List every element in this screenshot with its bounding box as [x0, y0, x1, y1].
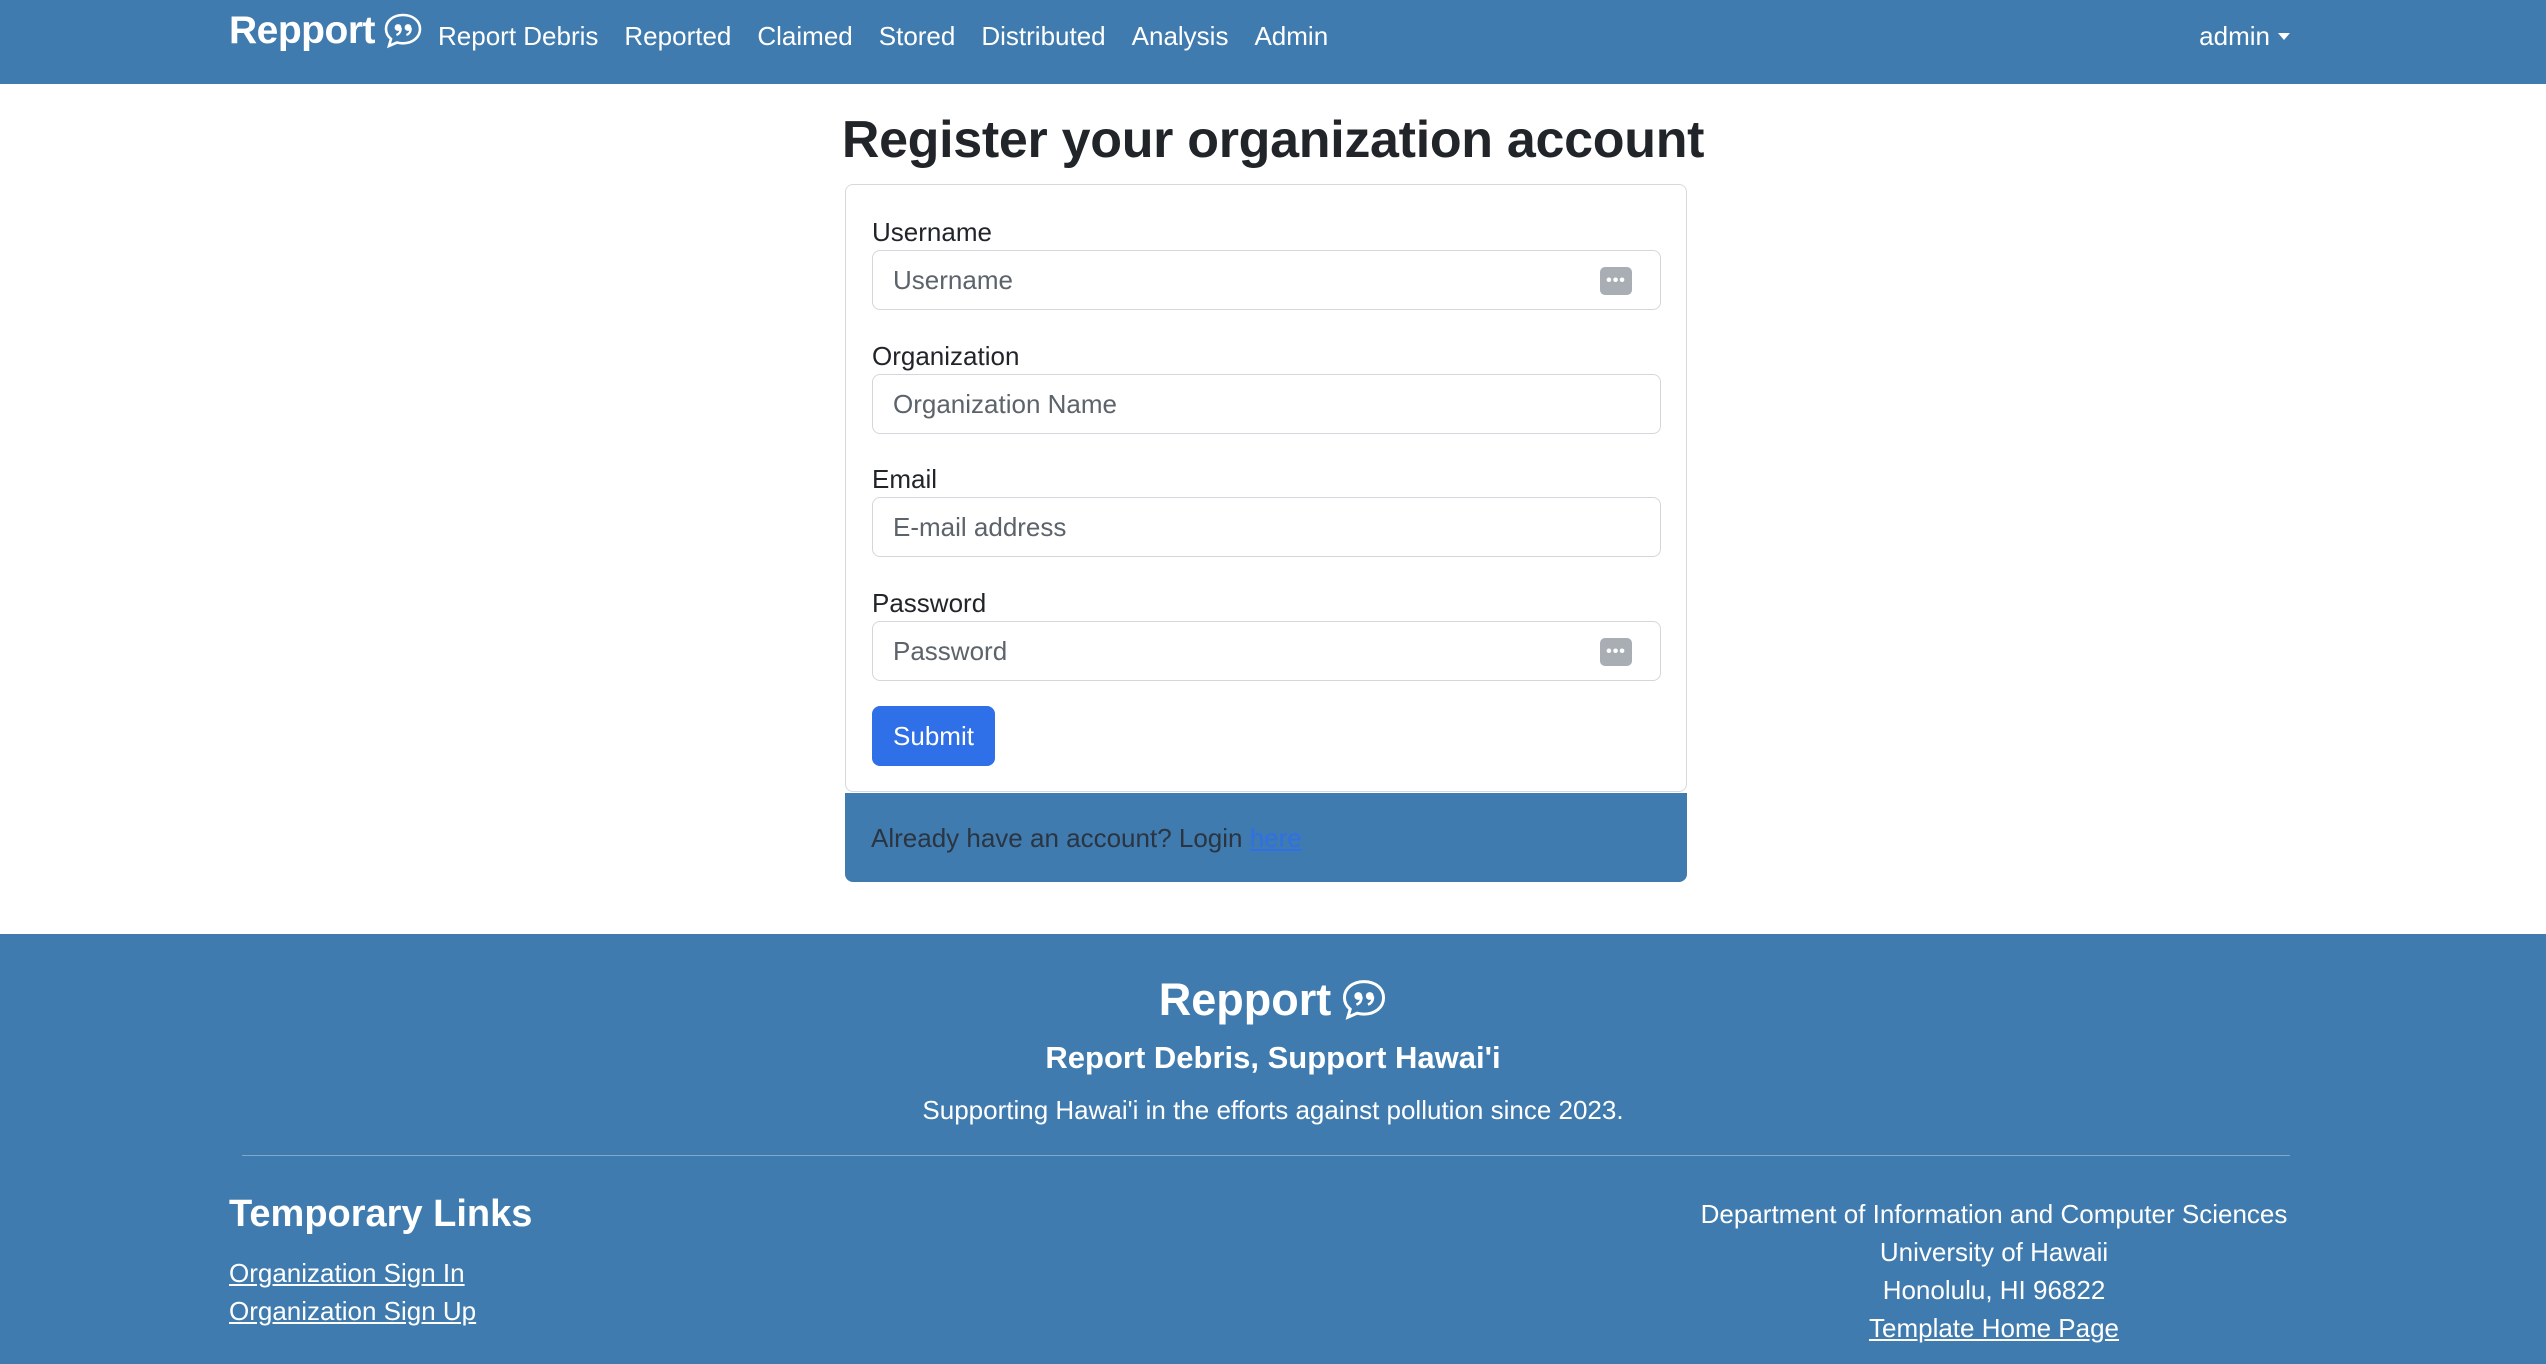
login-prompt-text: Already have an account? Login [871, 823, 1250, 853]
footer-address: Department of Information and Computer S… [1400, 1195, 2546, 1347]
brand-text: Repport [229, 9, 376, 52]
password-field-wrapper: ••• [872, 621, 1661, 681]
username-field-wrapper: ••• [872, 250, 1661, 310]
footer-brand: Repport [0, 974, 2546, 1026]
footer-divider [242, 1155, 2290, 1156]
nav-report-debris[interactable]: Report Debris [438, 21, 598, 52]
email-label: Email [872, 464, 938, 494]
nav-stored[interactable]: Stored [879, 21, 956, 52]
username-label: Username [872, 217, 992, 247]
footer-brand-text: Repport [1158, 974, 1332, 1025]
speech-bubble-quote-icon [384, 13, 422, 49]
nav-reported[interactable]: Reported [624, 21, 731, 52]
email-input[interactable] [873, 498, 1660, 556]
template-home-page-link[interactable]: Template Home Page [1869, 1313, 2119, 1343]
login-here-link[interactable]: here [1250, 823, 1302, 853]
key-dots-icon[interactable]: ••• [1600, 267, 1632, 295]
organization-label: Organization [872, 341, 1020, 371]
password-input[interactable] [873, 622, 1660, 680]
page-title: Register your organization account [841, 111, 1705, 169]
nav-links: Report Debris Reported Claimed Stored Di… [438, 14, 1354, 58]
top-navbar: Repport Report Debris Reported Claimed S… [0, 0, 2546, 84]
login-prompt: Already have an account? Login here [871, 823, 1302, 854]
nav-claimed[interactable]: Claimed [757, 21, 852, 52]
organization-field-wrapper [872, 374, 1661, 434]
address-line: Honolulu, HI 96822 [1882, 1275, 2106, 1305]
caret-down-icon [2278, 32, 2290, 40]
footer-tagline: Report Debris, Support Hawai'i [1045, 1040, 1501, 1075]
username-input[interactable] [873, 251, 1660, 309]
key-dots-icon[interactable]: ••• [1600, 638, 1632, 666]
user-menu-label: admin [2199, 20, 2270, 51]
speech-bubble-quote-icon [1343, 980, 1386, 1020]
footer-subtitle: Supporting Hawai'i in the efforts agains… [922, 1095, 1624, 1125]
organization-input[interactable] [873, 375, 1660, 433]
address-line: Department of Information and Computer S… [1700, 1199, 2288, 1229]
user-menu-dropdown[interactable]: admin [2199, 14, 2290, 58]
submit-button[interactable]: Submit [872, 706, 995, 766]
email-field-wrapper [872, 497, 1661, 557]
temporary-links-title: Temporary Links [229, 1193, 533, 1235]
footer: Repport Report Debris, Support Hawai'i S… [0, 934, 2546, 1364]
register-form-card: Username ••• Organization Email Password… [845, 184, 1687, 792]
password-label: Password [872, 588, 987, 618]
navbar-brand[interactable]: Repport [229, 6, 423, 56]
nav-admin[interactable]: Admin [1254, 21, 1328, 52]
nav-analysis[interactable]: Analysis [1132, 21, 1229, 52]
organization-sign-up-link[interactable]: Organization Sign Up [229, 1296, 476, 1327]
login-prompt-box: Already have an account? Login here [845, 793, 1687, 882]
organization-sign-in-link[interactable]: Organization Sign In [229, 1258, 465, 1289]
nav-distributed[interactable]: Distributed [981, 21, 1105, 52]
address-line: University of Hawaii [1879, 1237, 2109, 1267]
